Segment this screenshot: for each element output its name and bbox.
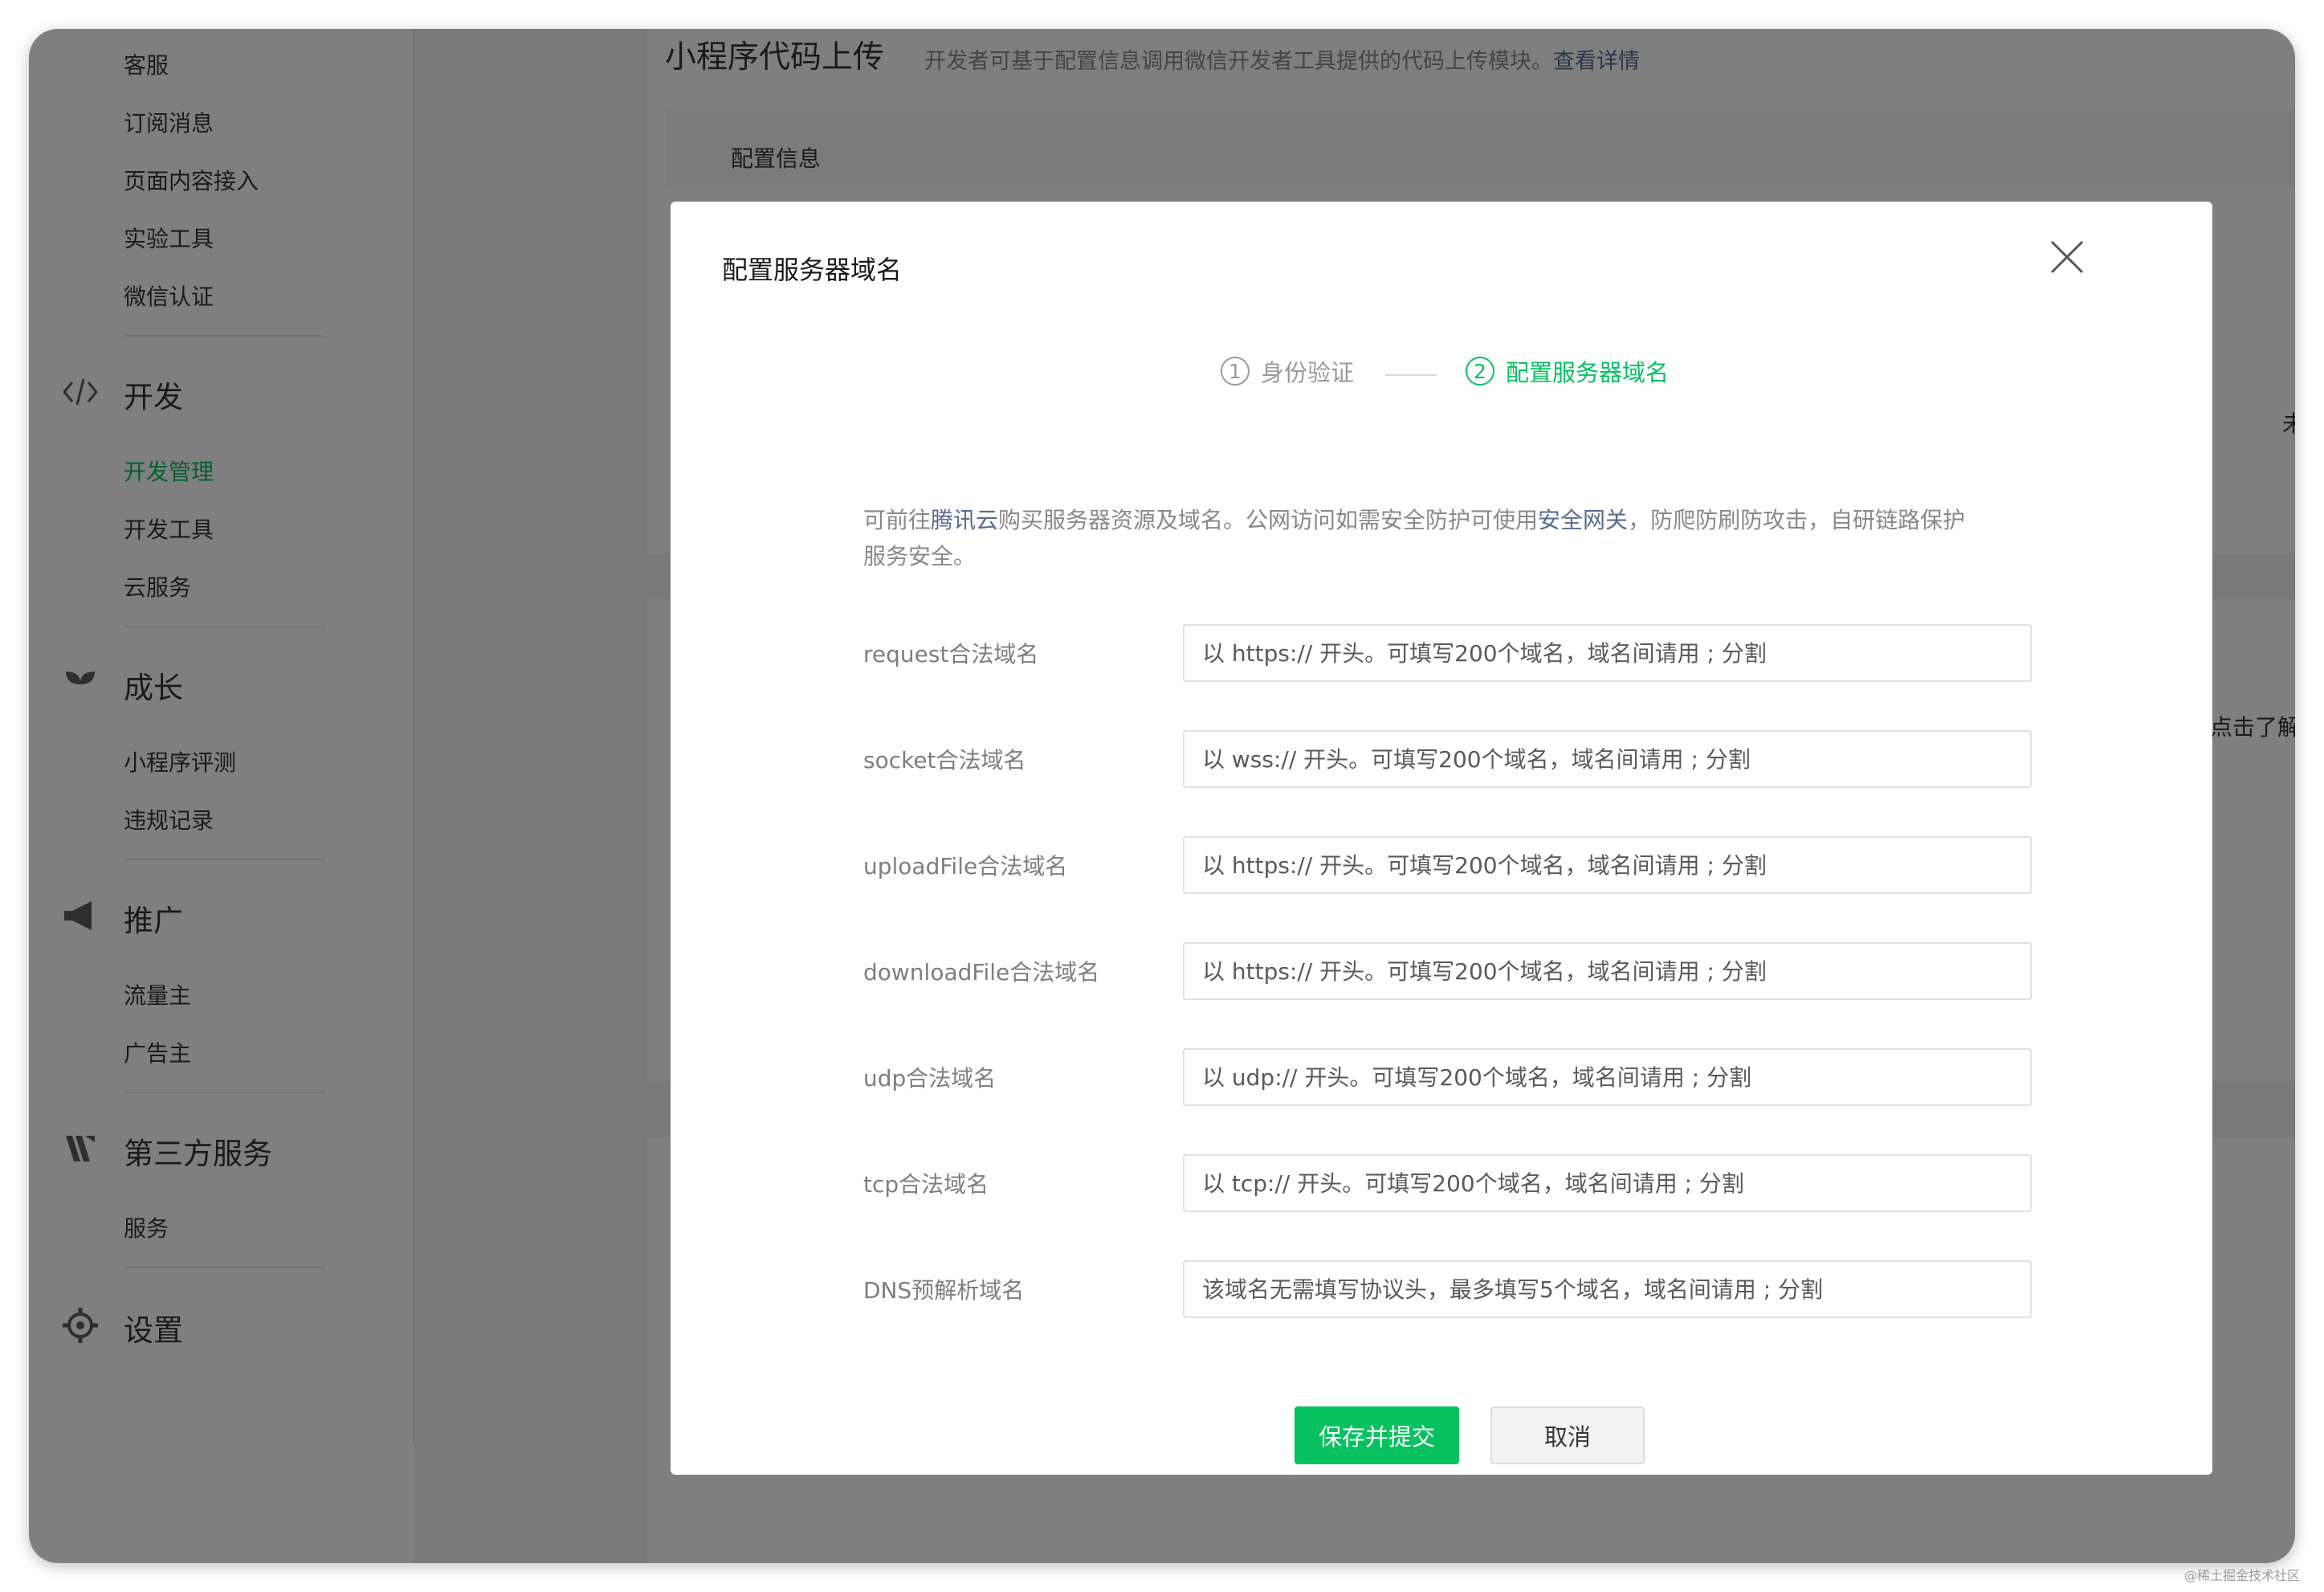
field-row-tcp: tcp合法域名 [671,1154,2212,1212]
upload-file-domain-input[interactable] [1183,836,2032,894]
step-indicator: 1 身份验证 2 配置服务器域名 [671,354,2212,394]
close-icon[interactable] [2049,239,2085,276]
dns-prefetch-domain-input[interactable] [1183,1260,2032,1318]
field-row-dns: DNS预解析域名 [671,1260,2212,1318]
step-label: 身份验证 [1261,359,1355,386]
field-row-socket: socket合法域名 [671,730,2212,788]
watermark: @稀土掘金技术社区 [2183,1568,2300,1583]
field-row-udp: udp合法域名 [671,1048,2212,1106]
server-domain-dialog: 配置服务器域名 1 身份验证 2 配置服务器域名 可前往腾讯云购买服务器资源及域… [671,202,2212,1475]
socket-domain-input[interactable] [1183,730,2032,788]
field-row-request: request合法域名 [671,624,2212,682]
request-domain-input[interactable] [1183,624,2032,682]
step-config-domain: 2 配置服务器域名 [1466,354,1669,388]
notice-part: 购买服务器资源及域名。公网访问如需安全防护可使用 [998,507,1539,533]
field-label: socket合法域名 [863,747,1026,774]
field-label: udp合法域名 [863,1065,997,1092]
security-gateway-link[interactable]: 安全网关 [1538,507,1628,533]
field-row-download: downloadFile合法域名 [671,942,2212,1000]
step-label: 配置服务器域名 [1506,359,1670,386]
save-submit-button[interactable]: 保存并提交 [1295,1406,1459,1464]
tencent-cloud-link[interactable]: 腾讯云 [931,507,998,533]
udp-domain-input[interactable] [1183,1048,2032,1106]
field-row-upload: uploadFile合法域名 [671,836,2212,894]
field-label: tcp合法域名 [863,1171,989,1198]
download-file-domain-input[interactable] [1183,942,2032,1000]
field-label: downloadFile合法域名 [863,959,1100,986]
tcp-domain-input[interactable] [1183,1154,2032,1212]
notice-part: 可前往 [863,507,932,533]
field-label: uploadFile合法域名 [863,853,1068,880]
app-window: 客服 订阅消息 页面内容接入 实验工具 微信认证 开发 开发管理 开发工具 云服… [29,29,2295,1563]
step-identity-verify: 1 身份验证 [1221,354,1354,388]
dialog-title: 配置服务器域名 [722,255,903,285]
notice-text: 可前往腾讯云购买服务器资源及域名。公网访问如需安全防护可使用安全网关，防爬防刷防… [863,502,1979,574]
step-connector [1385,374,1437,376]
cancel-button[interactable]: 取消 [1490,1406,1645,1464]
step-number: 2 [1466,357,1494,386]
field-label: request合法域名 [863,641,1039,667]
step-number: 1 [1221,357,1250,386]
field-label: DNS预解析域名 [863,1277,1025,1304]
